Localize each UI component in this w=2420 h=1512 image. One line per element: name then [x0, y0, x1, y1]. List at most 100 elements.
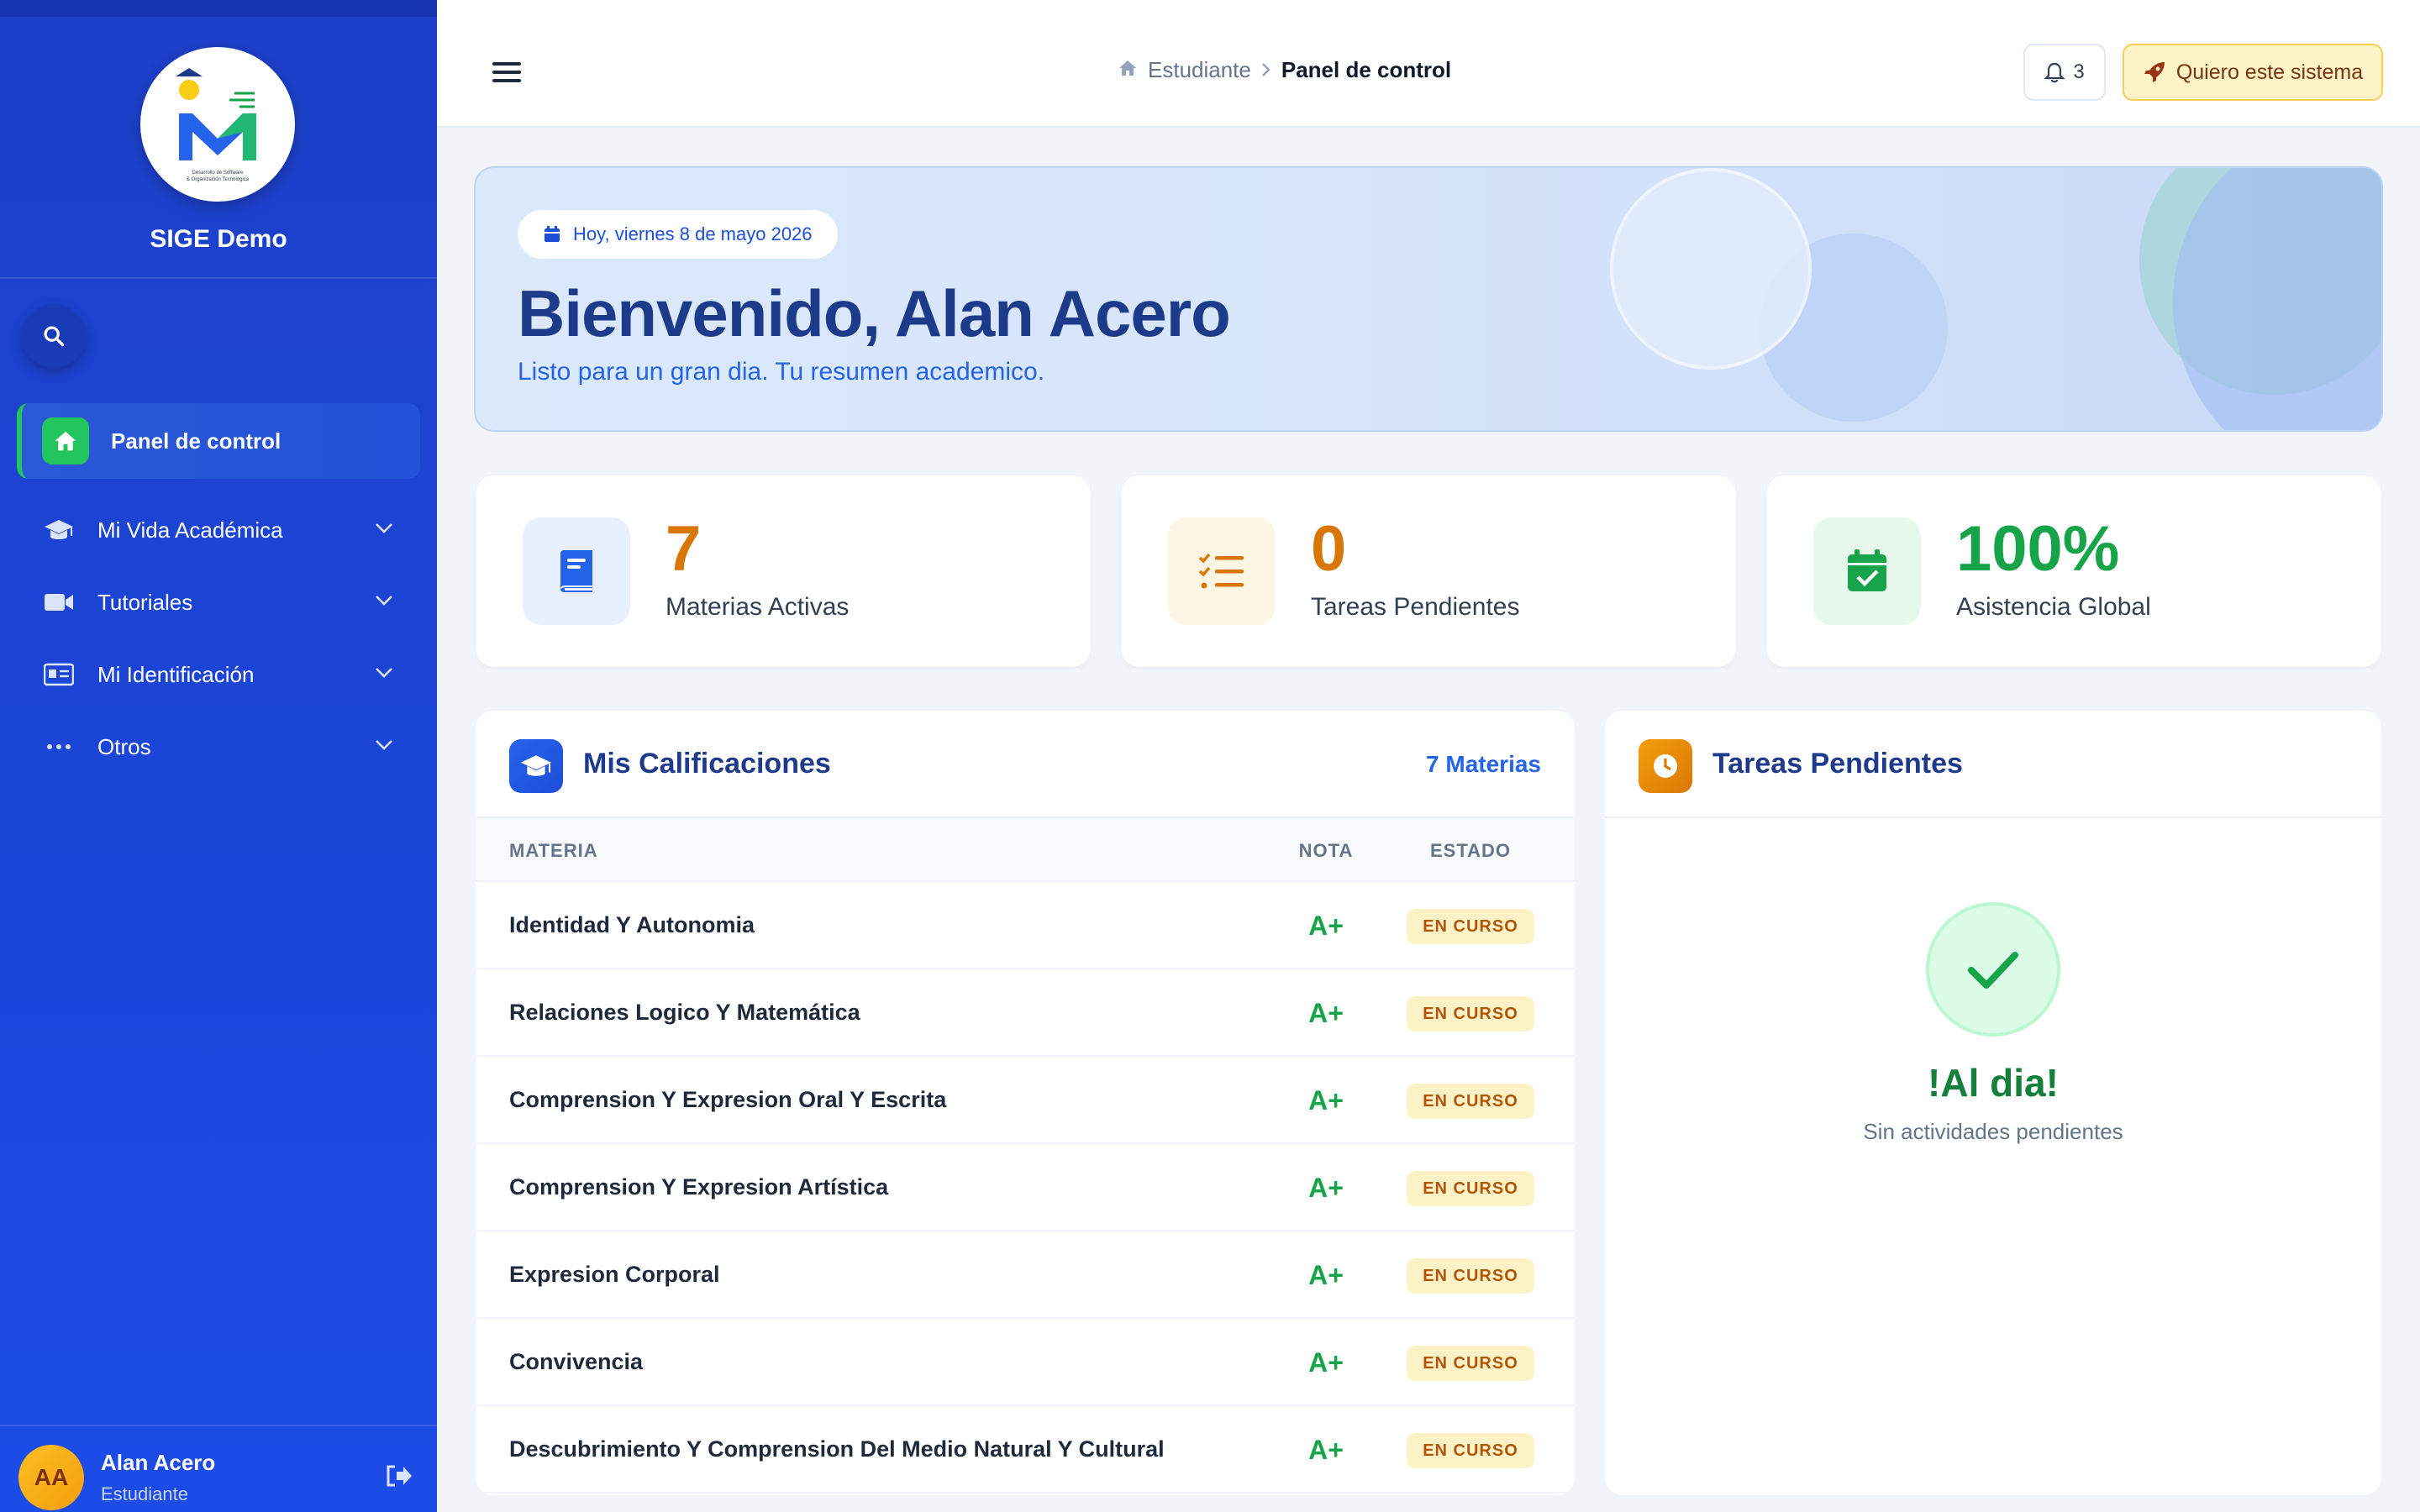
check-icon [1926, 902, 2060, 1037]
row-subject: Comprension Y Expresion Oral Y Escrita [509, 1087, 947, 1112]
stat-value: 100% [1956, 513, 2120, 585]
tasks-title: Tareas Pendientes [1712, 748, 1963, 780]
avatar[interactable]: AA [18, 1445, 84, 1510]
col-grade: NOTA [1298, 840, 1354, 861]
user-name: Alan Acero [101, 1450, 216, 1475]
row-subject: Comprension Y Expresion Artística [509, 1174, 889, 1200]
sidebar-item-mi-vida-academica[interactable]: Mi Vida Académica [0, 494, 437, 566]
stat-value: 0 [1311, 513, 1347, 585]
sidebar-item-label: Mi Vida Académica [97, 517, 283, 543]
home-icon [42, 417, 89, 465]
chevron-down-icon[interactable] [375, 667, 393, 683]
sidebar-item-otros[interactable]: Otros [0, 711, 437, 783]
table-row[interactable]: Comprension Y Expresion Oral Y Escrita A+… [476, 1057, 1575, 1144]
chevron-down-icon[interactable] [375, 595, 393, 611]
status-badge: EN CURSO [1407, 1171, 1534, 1206]
graduation-cap-icon [42, 517, 76, 543]
brand-block: Desarrollo de Software & Organización Te… [0, 17, 437, 279]
rocket-icon [2144, 62, 2165, 82]
topbar: Estudiante Panel de control 3 Quiero est… [437, 0, 2420, 128]
video-camera-icon [42, 591, 76, 613]
sidebar-user-panel: AA Alan Acero Estudiante [0, 1425, 437, 1512]
row-subject: Descubrimiento Y Comprension Del Medio N… [509, 1436, 1165, 1462]
grades-count[interactable]: 7 Materias [1426, 751, 1541, 778]
grades-title: Mis Calificaciones [583, 748, 831, 780]
date-text: Hoy, viernes 8 de mayo 2026 [573, 223, 813, 244]
table-row[interactable]: Comprension Y Expresion Artística A+ EN CU… [476, 1144, 1575, 1231]
book-icon [523, 517, 630, 625]
table-row[interactable]: Descubrimiento Y Comprension Del Medio N… [476, 1406, 1575, 1494]
brand-name: SIGE Demo [150, 225, 287, 253]
stat-value: 7 [666, 513, 702, 585]
row-grade: A+ [1308, 998, 1344, 1028]
status-badge: EN CURSO [1407, 996, 1534, 1032]
notifications-count: 3 [2073, 60, 2085, 83]
status-badge: EN CURSO [1407, 1346, 1534, 1381]
home-icon [1118, 57, 1138, 83]
graduation-cap-icon [509, 739, 563, 793]
stat-card-materias: 7 Materias Activas [476, 475, 1091, 667]
sidebar-item-tutoriales[interactable]: Tutoriales [0, 566, 437, 638]
grades-card: Mis Calificaciones 7 Materias MATERIA NO… [476, 711, 1575, 1495]
stat-label: Materias Activas [666, 593, 850, 621]
cta-label: Quiero este sistema [2175, 60, 2364, 84]
calendar-check-icon [1813, 517, 1921, 625]
logout-icon[interactable] [385, 1463, 413, 1493]
row-subject: Expresion Corporal [509, 1262, 720, 1287]
sidebar-top-strip [0, 0, 437, 17]
tasks-empty-subtitle: Sin actividades pendientes [1863, 1119, 2123, 1144]
row-subject: Identidad Y Autonomia [509, 912, 755, 937]
grades-table-header: MATERIA NOTA ESTADO [476, 818, 1575, 882]
row-grade: A+ [1308, 1435, 1344, 1465]
id-card-icon [42, 663, 76, 686]
task-list-icon [1168, 517, 1276, 625]
tasks-card: Tareas Pendientes !Al dia! Sin actividad… [1605, 711, 2381, 1495]
sidebar-item-label: Otros [97, 733, 151, 759]
sidebar-item-label: Tutoriales [97, 589, 193, 615]
status-badge: EN CURSO [1407, 1084, 1534, 1119]
sidebar-item-mi-identificacion[interactable]: Mi Identificación [0, 638, 437, 711]
breadcrumb-root[interactable]: Estudiante [1148, 57, 1251, 83]
tasks-empty-title: !Al dia! [1928, 1061, 2059, 1105]
sidebar-item-label: Panel de control [111, 428, 281, 454]
brand-logo[interactable]: Desarrollo de Software & Organización Te… [140, 47, 295, 202]
chevron-down-icon[interactable] [375, 522, 393, 538]
row-grade: A+ [1308, 1085, 1344, 1116]
row-grade: A+ [1308, 911, 1344, 941]
calendar-icon [544, 226, 560, 242]
row-grade: A+ [1308, 1173, 1344, 1203]
search-icon [44, 326, 65, 347]
row-grade: A+ [1308, 1347, 1344, 1378]
status-badge: EN CURSO [1407, 1433, 1534, 1468]
welcome-banner: Hoy, viernes 8 de mayo 2026 Bienvenido, … [474, 166, 2383, 432]
table-row[interactable]: Convivencia A+ EN CURSO [476, 1319, 1575, 1406]
svg-text:& Organización Tecnológica: & Organización Tecnológica [187, 177, 250, 182]
ellipsis-icon [42, 743, 76, 750]
sidebar: Desarrollo de Software & Organización Te… [0, 0, 437, 1512]
table-row[interactable]: Identidad Y Autonomia A+ EN CURSO [476, 882, 1575, 969]
status-badge: EN CURSO [1407, 909, 1534, 944]
chevron-right-icon [1261, 57, 1271, 83]
hamburger-menu-icon[interactable] [492, 60, 521, 88]
grades-header: Mis Calificaciones 7 Materias [476, 711, 1575, 818]
sidebar-search-button[interactable] [22, 304, 86, 368]
stat-label: Tareas Pendientes [1311, 593, 1520, 621]
stat-label: Asistencia Global [1956, 593, 2151, 621]
logo-graphic: Desarrollo de Software & Organización Te… [176, 68, 256, 182]
chevron-down-icon[interactable] [375, 739, 393, 755]
sidebar-item-panel-de-control[interactable]: Panel de control [17, 403, 420, 479]
notifications-button[interactable]: 3 [2023, 44, 2106, 101]
breadcrumb-current: Panel de control [1281, 57, 1452, 82]
table-row[interactable]: Expresion Corporal A+ EN CURSO [476, 1231, 1575, 1319]
tasks-header: Tareas Pendientes [1605, 711, 2381, 818]
table-row[interactable]: Relaciones Logico Y Matemática A+ EN CURSO [476, 969, 1575, 1057]
clock-icon [1639, 739, 1692, 793]
user-role: Estudiante [101, 1483, 188, 1504]
bell-icon [2044, 62, 2065, 83]
quiero-este-sistema-button[interactable]: Quiero este sistema [2123, 44, 2383, 101]
date-badge: Hoy, viernes 8 de mayo 2026 [518, 210, 838, 259]
row-subject: Relaciones Logico Y Matemática [509, 1000, 860, 1025]
sidebar-item-label: Mi Identificación [97, 661, 255, 687]
status-badge: EN CURSO [1407, 1258, 1534, 1294]
stat-card-tareas: 0 Tareas Pendientes [1121, 475, 1736, 667]
